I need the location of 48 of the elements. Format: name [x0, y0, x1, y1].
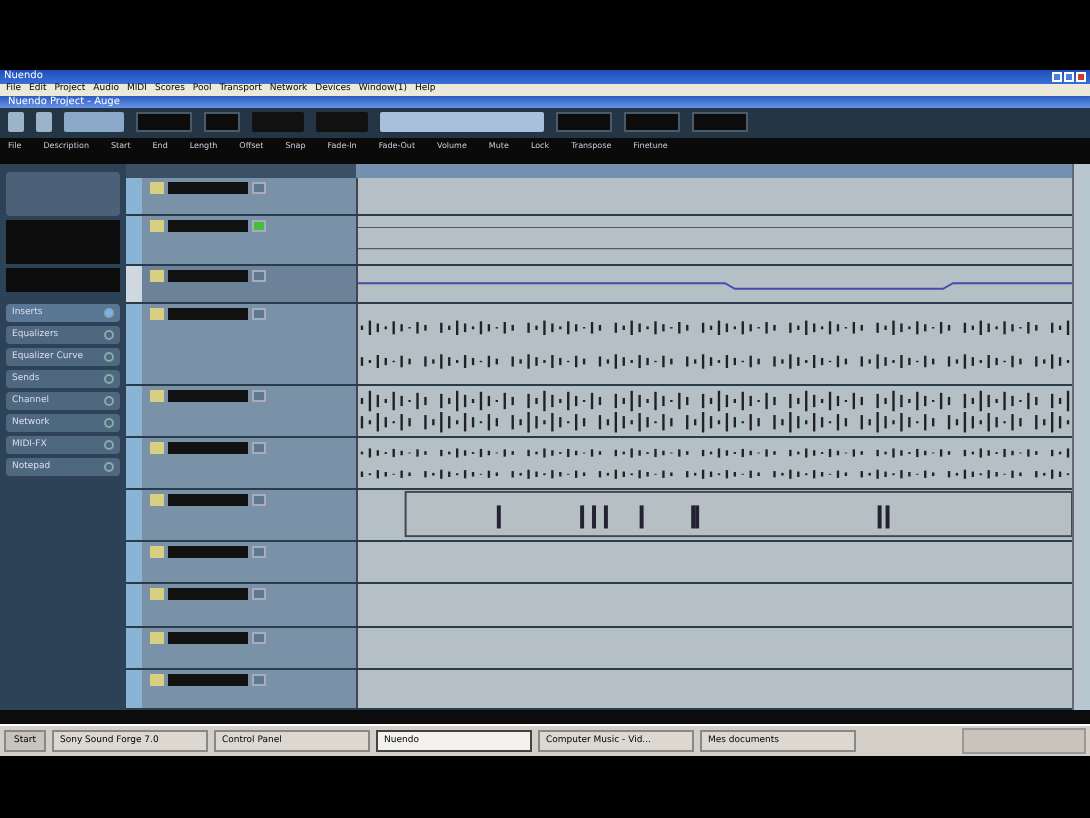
track-name-field[interactable]: [168, 493, 248, 506]
toolbar-button[interactable]: [36, 112, 52, 133]
monitor-button[interactable]: [252, 588, 266, 601]
track-name-field[interactable]: [168, 219, 248, 232]
minimize-button[interactable]: [1052, 71, 1062, 82]
monitor-button[interactable]: [252, 631, 266, 644]
track-name-field[interactable]: [168, 389, 248, 402]
mute-button[interactable]: [150, 389, 164, 402]
track-name-field[interactable]: [168, 631, 248, 644]
mute-button[interactable]: [150, 219, 164, 232]
vertical-scrollbar[interactable]: [1072, 164, 1090, 711]
dropdown[interactable]: [136, 112, 192, 133]
track-name-field[interactable]: [168, 545, 248, 558]
mute-button[interactable]: [150, 269, 164, 282]
toolbar-button[interactable]: [8, 112, 24, 133]
toolbar-group[interactable]: [64, 112, 124, 133]
monitor-button[interactable]: [252, 307, 266, 320]
mute-button[interactable]: [150, 441, 164, 454]
dropdown[interactable]: [204, 112, 240, 133]
monitor-button[interactable]: [252, 545, 266, 558]
monitor-button[interactable]: [252, 441, 266, 454]
mute-button[interactable]: [150, 181, 164, 194]
tool-group[interactable]: [380, 112, 544, 133]
track-name-field[interactable]: [168, 269, 248, 282]
track-name-field[interactable]: [168, 588, 248, 601]
maximize-button[interactable]: [1064, 71, 1074, 82]
mute-button[interactable]: [150, 307, 164, 320]
mute-button[interactable]: [150, 674, 164, 687]
channel-controls: [6, 172, 120, 217]
monitor-button[interactable]: [252, 389, 266, 402]
dropdown[interactable]: [692, 112, 748, 133]
dropdown[interactable]: [556, 112, 612, 133]
track-name-field[interactable]: [168, 307, 248, 320]
monitor-button[interactable]: [252, 493, 266, 506]
dropdown[interactable]: [624, 112, 680, 133]
monitor-button[interactable]: [252, 269, 266, 282]
mute-button[interactable]: [150, 493, 164, 506]
mute-button[interactable]: [150, 631, 164, 644]
routing-display: [6, 268, 120, 293]
close-button[interactable]: [1076, 71, 1086, 82]
track-name-field[interactable]: [168, 441, 248, 454]
mute-button[interactable]: [150, 588, 164, 601]
track-name-field[interactable]: [168, 181, 248, 194]
monitor-button[interactable]: [252, 181, 266, 194]
monitor-button[interactable]: [252, 674, 266, 687]
fader-display: [6, 220, 120, 265]
track-name-field[interactable]: [168, 674, 248, 687]
mute-button[interactable]: [150, 545, 164, 558]
